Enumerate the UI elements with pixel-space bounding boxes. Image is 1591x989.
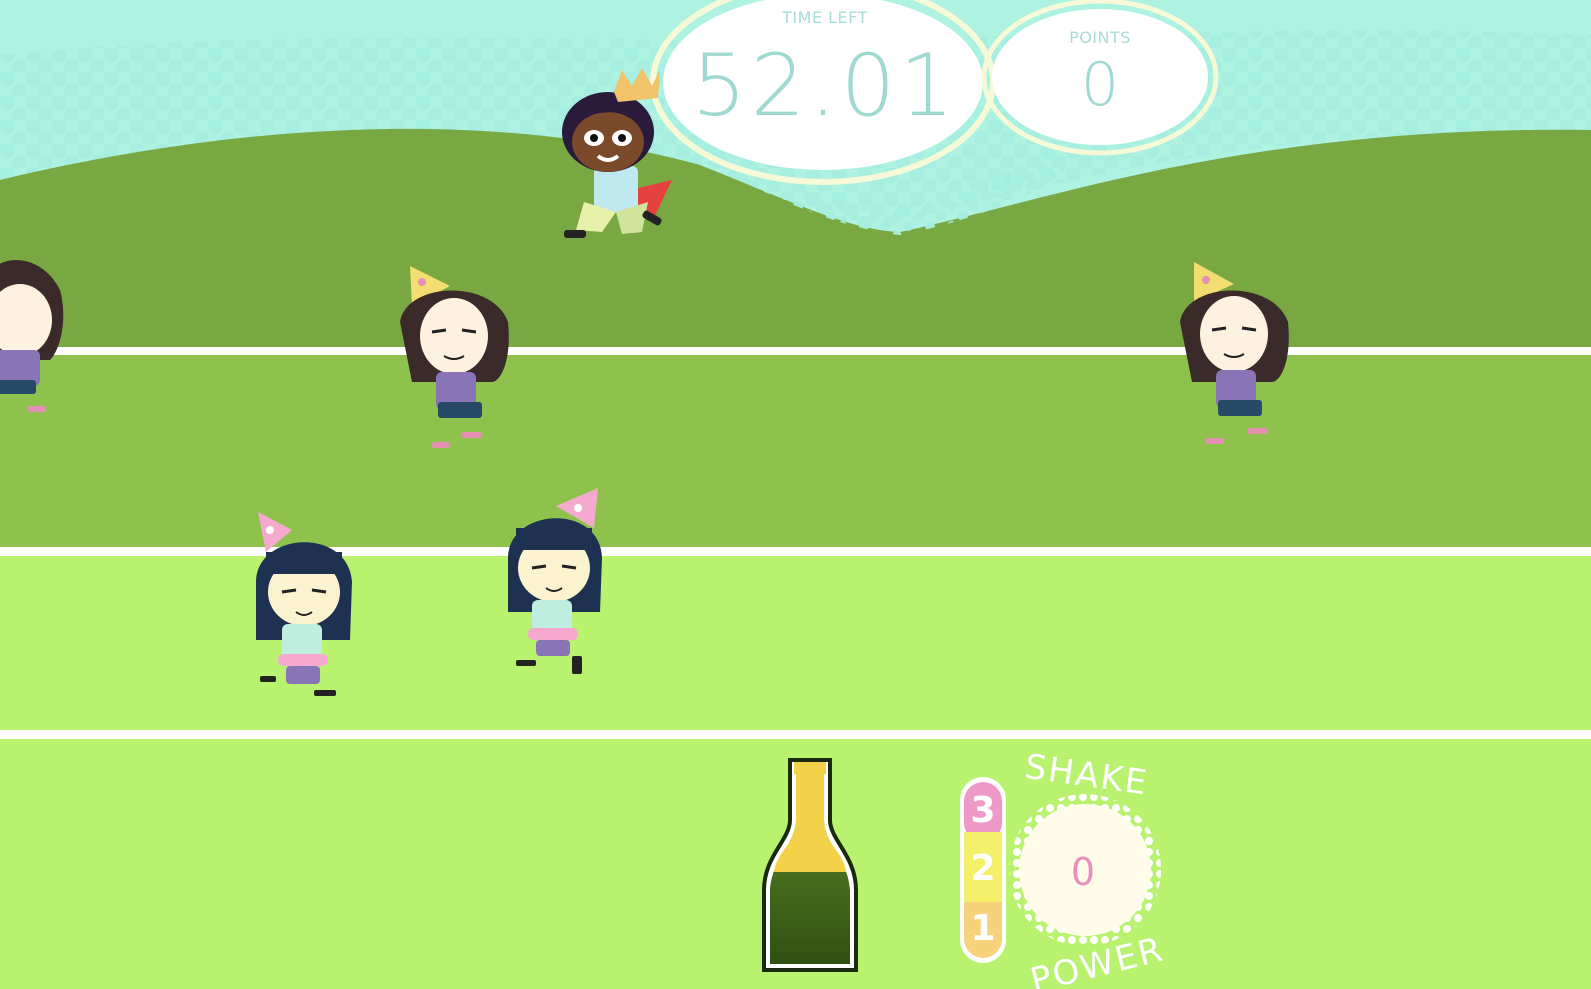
time-left-value: 52.01 — [691, 36, 959, 136]
shake-level-2: 2 — [970, 848, 996, 889]
shake-level-3: 3 — [970, 790, 996, 831]
points-value: 0 — [1080, 50, 1120, 120]
lane-line-3 — [0, 730, 1591, 739]
points-label: POINTS — [1069, 28, 1131, 47]
bottle-fill-value: 0 — [801, 825, 829, 869]
lane-far — [0, 352, 1591, 548]
shake-level-1: 1 — [970, 908, 996, 949]
lane-line-1 — [0, 347, 1591, 355]
lane-line-2 — [0, 547, 1591, 556]
lane-middle — [0, 553, 1591, 731]
shake-power-value: 0 — [1070, 850, 1096, 894]
time-left-label: TIME LEFT — [782, 8, 868, 27]
